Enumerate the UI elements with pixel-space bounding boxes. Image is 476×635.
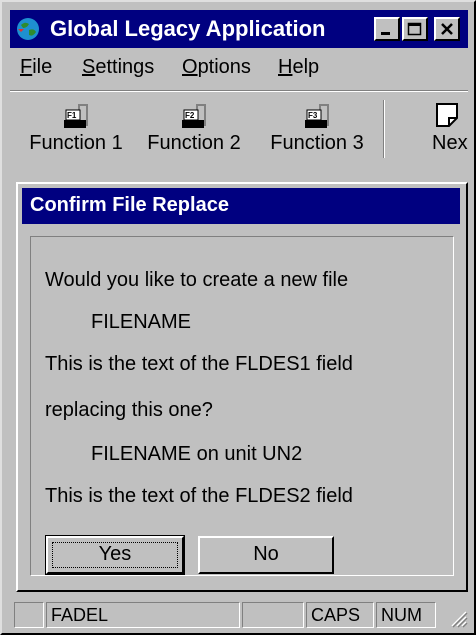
function-1-label: Function 1 — [29, 132, 123, 154]
status-panel-message: FADEL — [46, 602, 240, 628]
message-line-1: Would you like to create a new file — [45, 269, 349, 291]
f1-key-icon: F1 — [64, 104, 88, 128]
dialog-title-bar[interactable]: Confirm File Replace — [22, 188, 460, 224]
dialog-message-panel: Would you like to create a new file FILE… — [30, 236, 454, 576]
toolbar: F1 Function 1 F2 Function 2 F3 Function … — [10, 94, 468, 166]
no-button[interactable]: No — [198, 536, 334, 574]
message-filename-1: FILENAME — [91, 311, 192, 333]
function-2-label: Function 2 — [147, 132, 241, 154]
status-panel-caps: CAPS — [306, 602, 374, 628]
maximize-icon — [407, 22, 422, 36]
function-2-button[interactable]: F2 Function 2 — [138, 94, 250, 162]
minimize-button[interactable] — [374, 17, 400, 41]
app-window: Global Legacy Application File Settings … — [0, 0, 476, 635]
status-bar: FADEL CAPS NUM — [10, 602, 468, 628]
globe-icon[interactable] — [15, 16, 41, 42]
window-title: Global Legacy Application — [50, 16, 326, 41]
minimize-icon — [381, 32, 390, 35]
function-3-button[interactable]: F3 Function 3 — [258, 94, 376, 162]
title-bar[interactable]: Global Legacy Application — [10, 10, 468, 48]
status-panel-3 — [242, 602, 304, 628]
status-panel-num: NUM — [376, 602, 436, 628]
message-line-4: replacing this one? — [45, 399, 213, 421]
f2-key-icon: F2 — [182, 104, 206, 128]
maximize-button[interactable] — [402, 17, 428, 41]
function-3-label: Function 3 — [270, 132, 364, 154]
close-button[interactable] — [434, 17, 460, 41]
next-button[interactable]: Next — [422, 94, 468, 162]
svg-text:F1: F1 — [67, 111, 77, 120]
message-line-3: This is the text of the FLDES1 field — [45, 353, 353, 375]
resize-grip-icon[interactable] — [448, 608, 468, 628]
message-filename-2: FILENAME on unit UN2 — [91, 443, 303, 465]
function-1-button[interactable]: F1 Function 1 — [20, 94, 132, 162]
confirm-dialog: Confirm File Replace Would you like to c… — [16, 182, 468, 592]
close-icon — [441, 23, 453, 35]
svg-text:F3: F3 — [308, 111, 318, 120]
next-label: Next — [432, 132, 468, 154]
menu-file[interactable]: File — [20, 56, 52, 79]
page-icon — [436, 103, 458, 127]
toolbar-separator — [383, 100, 385, 158]
no-label: No — [253, 543, 279, 565]
menu-settings[interactable]: Settings — [82, 56, 154, 79]
focus-rectangle — [52, 542, 178, 568]
yes-button[interactable]: Yes — [45, 535, 185, 575]
menu-help[interactable]: Help — [278, 56, 319, 79]
status-panel-1 — [14, 602, 44, 628]
menu-bar: File Settings Options Help — [10, 50, 468, 90]
dialog-title: Confirm File Replace — [30, 194, 229, 216]
message-line-6: This is the text of the FLDES2 field — [45, 485, 353, 507]
svg-text:F2: F2 — [185, 111, 195, 120]
toolbar-divider — [10, 90, 468, 92]
menu-options[interactable]: Options — [182, 56, 251, 79]
f3-key-icon: F3 — [305, 104, 329, 128]
